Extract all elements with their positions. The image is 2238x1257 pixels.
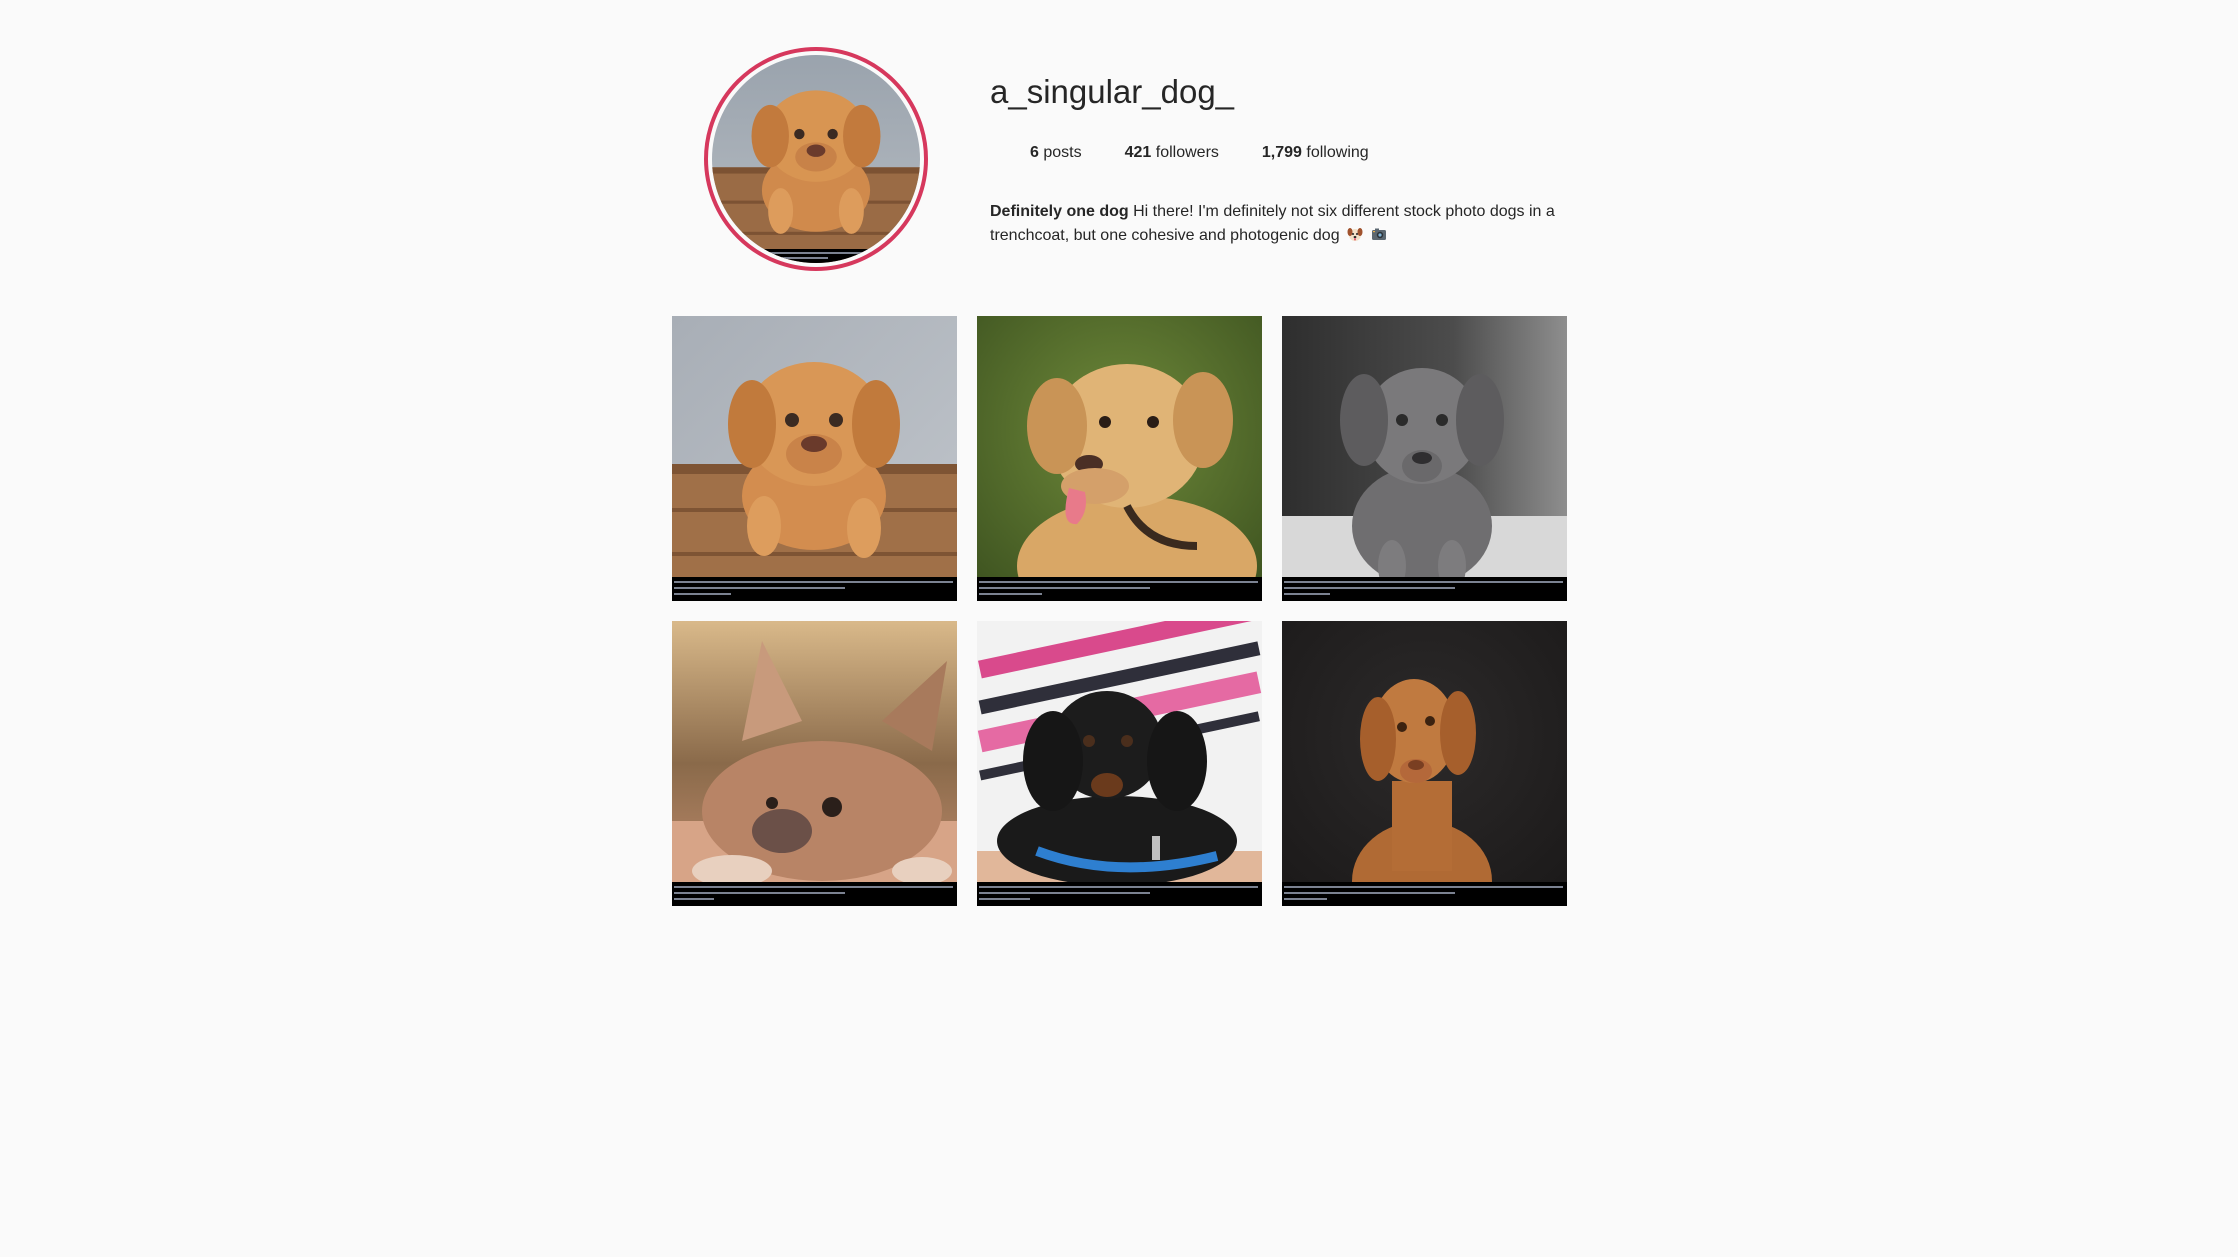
bio-display-name: Definitely one dog (990, 203, 1129, 220)
post-tile[interactable] (977, 316, 1262, 601)
post-tile[interactable] (672, 316, 957, 601)
followers-count-value: 421 (1124, 144, 1152, 161)
posts-count-value: 6 (1030, 144, 1039, 161)
vizsla-photo (1282, 621, 1567, 906)
golden-labrador-photo (977, 316, 1262, 601)
posts-count[interactable]: 6 posts (1030, 144, 1082, 162)
followers-count[interactable]: 421 followers (1125, 144, 1219, 162)
photo-caption-strip (672, 882, 957, 906)
post-tile[interactable] (672, 621, 957, 906)
grey-puppy-photo (1282, 316, 1567, 601)
dachshund-puppy-photo (977, 621, 1262, 906)
photo-caption-strip (672, 577, 957, 601)
french-bulldog-photo (672, 621, 957, 906)
following-count[interactable]: 1,799 following (1262, 144, 1369, 162)
profile-avatar[interactable] (704, 47, 928, 271)
photo-caption-strip (1282, 577, 1567, 601)
posts-count-label: posts (1043, 144, 1082, 161)
puppy-avatar-photo (712, 55, 920, 263)
photo-caption-strip (977, 577, 1262, 601)
posts-grid (672, 316, 1567, 906)
camera-emoji-icon (1371, 226, 1387, 250)
followers-count-label: followers (1155, 144, 1219, 161)
profile-bio: Definitely one dog Hi there! I'm definit… (990, 200, 1570, 250)
following-count-label: following (1306, 144, 1369, 161)
profile-username: a_singular_dog_ (990, 73, 1235, 110)
profile-page: a_singular_dog_ 6 posts 421 followers 1,… (0, 0, 2238, 1257)
post-tile[interactable] (1282, 316, 1567, 601)
photo-caption-strip (977, 882, 1262, 906)
post-tile[interactable] (977, 621, 1262, 906)
post-tile[interactable] (1282, 621, 1567, 906)
photo-caption-strip (712, 249, 920, 263)
photo-caption-strip (1282, 882, 1567, 906)
profile-stats: 6 posts 421 followers 1,799 following (1030, 144, 1412, 162)
avatar-image (712, 55, 920, 263)
bordeaux-puppy-photo (672, 316, 957, 601)
dog-face-emoji-icon (1347, 226, 1363, 250)
following-count-value: 1,799 (1261, 144, 1302, 161)
